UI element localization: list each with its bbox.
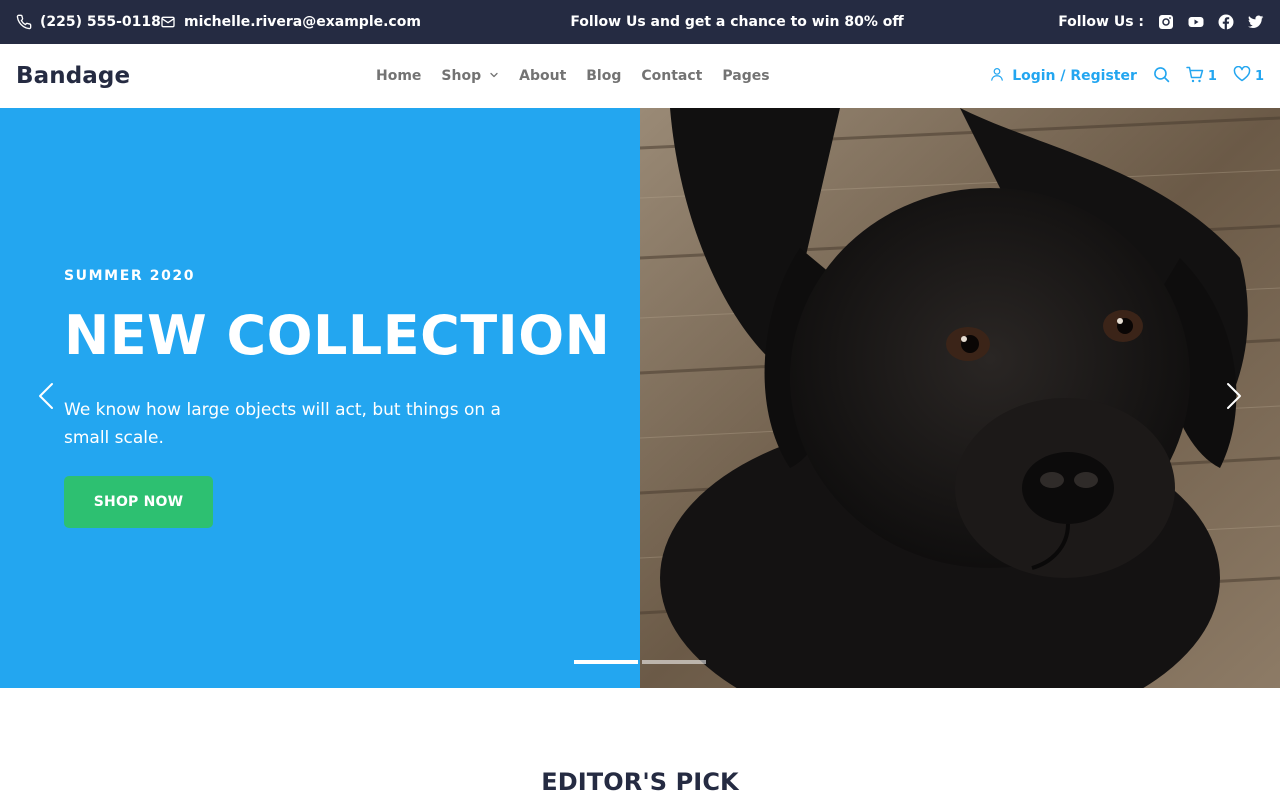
carousel-prev-button[interactable] [34, 382, 58, 414]
heart-icon [1233, 65, 1251, 86]
mail-icon [160, 14, 176, 30]
chevron-right-icon [1226, 382, 1242, 414]
twitter-icon[interactable] [1248, 14, 1264, 30]
user-icon [990, 67, 1004, 85]
chevron-left-icon [38, 382, 54, 414]
facebook-icon[interactable] [1218, 14, 1234, 30]
login-register-label: Login / Register [1012, 68, 1137, 84]
nav-pages[interactable]: Pages [722, 68, 769, 84]
phone-contact[interactable]: (225) 555-0118 [16, 0, 161, 44]
nav-shop-label: Shop [441, 68, 482, 84]
nav-blog[interactable]: Blog [586, 68, 621, 84]
youtube-icon[interactable] [1188, 14, 1204, 30]
login-register-link[interactable]: Login / Register [990, 67, 1137, 85]
hero-headline: NEW COLLECTION [64, 304, 611, 367]
shop-now-button[interactable]: SHOP NOW [64, 476, 213, 528]
editors-pick-title: EDITOR'S PICK [541, 768, 739, 796]
wishlist-count: 1 [1254, 68, 1264, 84]
hero-carousel: SUMMER 2020 NEW COLLECTION We know how l… [0, 108, 1280, 688]
carousel-next-button[interactable] [1222, 382, 1246, 414]
carousel-indicators [574, 660, 706, 664]
phone-icon [16, 14, 32, 30]
top-bar: (225) 555-0118 michelle.rivera@example.c… [0, 0, 1280, 44]
cart-button[interactable]: 1 [1186, 66, 1217, 87]
carousel-dot-2[interactable] [642, 660, 706, 664]
hero-eyebrow: SUMMER 2020 [64, 268, 196, 284]
main-menu: Home Shop About Blog Contact Pages [376, 44, 770, 108]
hero-dog-image [640, 108, 1280, 688]
nav-contact[interactable]: Contact [641, 68, 702, 84]
email-address: michelle.rivera@example.com [184, 14, 421, 30]
phone-number: (225) 555-0118 [40, 14, 161, 30]
follow-label: Follow Us : [1058, 14, 1144, 30]
nav-about[interactable]: About [519, 68, 566, 84]
cart-count: 1 [1207, 68, 1217, 84]
promo-text: Follow Us and get a chance to win 80% of… [570, 14, 904, 30]
nav-actions: Login / Register 1 1 [990, 44, 1264, 108]
search-icon [1153, 66, 1170, 87]
nav-home[interactable]: Home [376, 68, 421, 84]
email-contact[interactable]: michelle.rivera@example.com [160, 0, 421, 44]
search-button[interactable] [1153, 66, 1170, 87]
nav-shop[interactable]: Shop [441, 68, 499, 84]
hero-description: We know how large objects will act, but … [64, 400, 501, 448]
brand-logo[interactable]: Bandage [16, 44, 130, 108]
carousel-dot-1[interactable] [574, 660, 638, 664]
chevron-down-icon [489, 68, 499, 84]
cart-icon [1186, 66, 1204, 87]
wishlist-button[interactable]: 1 [1233, 65, 1264, 86]
follow-us: Follow Us : [1058, 0, 1264, 44]
main-navbar: Bandage Home Shop About Blog Contact Pag… [0, 44, 1280, 108]
instagram-icon[interactable] [1158, 14, 1174, 30]
